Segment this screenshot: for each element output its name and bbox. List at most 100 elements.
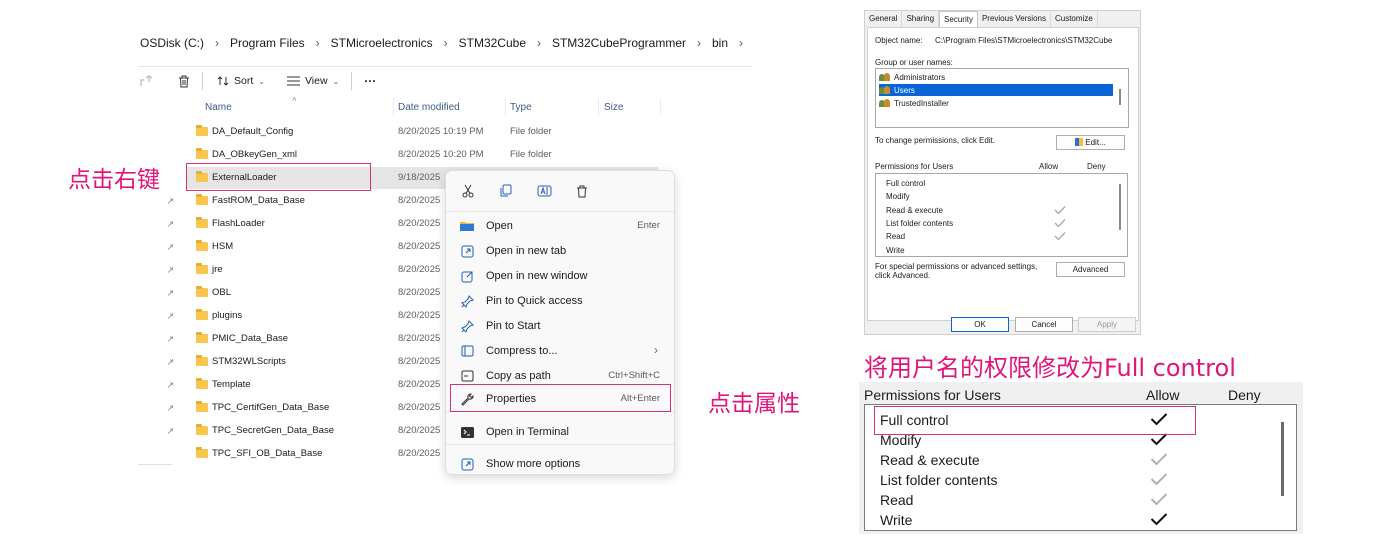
folder-icon bbox=[196, 217, 208, 228]
column-header-size[interactable]: Size bbox=[604, 102, 623, 113]
pin-icon: † bbox=[165, 310, 176, 322]
file-date: 8/20/2025 bbox=[398, 402, 441, 413]
menu-item-compress-to[interactable]: Compress to... › bbox=[454, 339, 666, 363]
column-divider[interactable] bbox=[598, 98, 599, 116]
permission-row: Modify bbox=[886, 190, 1106, 203]
scrollbar[interactable] bbox=[1119, 184, 1121, 230]
breadcrumb-item-stm32cube[interactable]: STM32Cube bbox=[457, 36, 528, 50]
cut-icon[interactable] bbox=[452, 184, 484, 198]
apply-button[interactable]: Apply bbox=[1078, 317, 1136, 332]
column-divider[interactable] bbox=[660, 98, 661, 116]
file-date: 8/20/2025 10:19 PM bbox=[398, 126, 484, 137]
highlight-external-loader bbox=[186, 163, 371, 191]
file-date: 8/20/2025 bbox=[398, 448, 441, 459]
chevron-right-icon[interactable]: › bbox=[730, 36, 752, 50]
folder-icon bbox=[196, 355, 208, 366]
scrollbar[interactable] bbox=[1119, 89, 1121, 105]
breadcrumb-item-stmicroelectronics[interactable]: STMicroelectronics bbox=[329, 36, 435, 50]
file-date: 8/20/2025 bbox=[398, 333, 441, 344]
more-options-button[interactable]: ··· bbox=[364, 74, 376, 88]
divider bbox=[202, 72, 203, 90]
annotation-click-properties: 点击属性 bbox=[708, 391, 800, 417]
share-icon[interactable] bbox=[140, 75, 154, 87]
tab-general[interactable]: General bbox=[865, 11, 903, 27]
pin-icon: † bbox=[165, 333, 176, 345]
folder-icon bbox=[196, 401, 208, 412]
column-header-type[interactable]: Type bbox=[510, 102, 532, 113]
tab-previous-versions[interactable]: Previous Versions bbox=[978, 11, 1051, 27]
copy-path-icon bbox=[458, 369, 476, 383]
group-name: TrustedInstaller bbox=[894, 98, 949, 108]
column-divider[interactable] bbox=[505, 98, 506, 116]
file-date: 9/18/2025 bbox=[398, 172, 441, 183]
table-row[interactable]: DA_Default_Config 8/20/2025 10:19 PM File … bbox=[186, 121, 658, 143]
column-header-name[interactable]: Name bbox=[205, 102, 232, 113]
special-permissions-hint-2: click Advanced. bbox=[875, 271, 931, 280]
scrollbar[interactable] bbox=[1281, 422, 1284, 496]
advanced-button[interactable]: Advanced bbox=[1056, 262, 1125, 277]
folder-icon bbox=[196, 378, 208, 389]
menu-item-label: Compress to... bbox=[486, 345, 558, 357]
permission-name: Modify bbox=[886, 192, 910, 202]
menu-item-label: Pin to Quick access bbox=[486, 295, 583, 307]
file-name: plugins bbox=[212, 310, 243, 321]
column-divider[interactable] bbox=[393, 98, 394, 116]
file-name: TPC_CertifGen_Data_Base bbox=[212, 402, 330, 413]
folder-icon bbox=[196, 240, 208, 251]
cancel-button[interactable]: Cancel bbox=[1015, 317, 1073, 332]
file-name: FastROM_Data_Base bbox=[212, 195, 305, 206]
menu-item-open[interactable]: Open Enter bbox=[454, 214, 666, 238]
file-type: File folder bbox=[510, 126, 552, 137]
menu-item-show-more-options[interactable]: Show more options bbox=[454, 452, 666, 476]
rename-icon[interactable] bbox=[528, 184, 560, 198]
menu-item-pin-to-start[interactable]: Pin to Start bbox=[454, 314, 666, 338]
copy-icon[interactable] bbox=[490, 184, 522, 198]
breadcrumb-item-osdisk[interactable]: OSDisk (C:) bbox=[138, 36, 206, 50]
menu-item-label: Open in Terminal bbox=[486, 426, 569, 438]
edit-button[interactable]: Edit... bbox=[1056, 135, 1125, 150]
breadcrumb-item-bin[interactable]: bin bbox=[710, 36, 730, 50]
breadcrumb-item-program-files[interactable]: Program Files bbox=[228, 36, 307, 50]
pin-icon: † bbox=[165, 195, 176, 207]
view-button[interactable]: View ⌄ bbox=[286, 75, 339, 87]
delete-icon[interactable] bbox=[178, 75, 190, 88]
file-name: PMIC_Data_Base bbox=[212, 333, 289, 344]
navigation-pane-edge bbox=[138, 464, 172, 465]
ok-button[interactable]: OK bbox=[951, 317, 1009, 332]
column-header-date[interactable]: Date modified bbox=[398, 102, 460, 113]
menu-item-label: Open in new tab bbox=[486, 245, 567, 257]
menu-item-open-in-new-window[interactable]: Open in new window bbox=[454, 264, 666, 288]
user-group-icon bbox=[879, 85, 891, 95]
menu-item-label: Show more options bbox=[486, 458, 581, 470]
list-item[interactable]: TrustedInstaller bbox=[879, 97, 1113, 109]
annotation-change-permission: 将用户名的权限修改为Full control bbox=[864, 354, 1236, 382]
breadcrumb-item-stm32cubeprogrammer[interactable]: STM32CubeProgrammer bbox=[550, 36, 688, 50]
file-date: 8/20/2025 10:20 PM bbox=[398, 149, 484, 160]
folder-icon bbox=[196, 447, 208, 458]
zoom-allow-label: Allow bbox=[1146, 387, 1180, 403]
pin-icon: † bbox=[165, 287, 176, 299]
sort-button[interactable]: Sort ⌄ bbox=[217, 75, 265, 87]
tab-strip: General Sharing Security Previous Versio… bbox=[865, 11, 1098, 29]
tab-customize[interactable]: Customize bbox=[1051, 11, 1098, 27]
permission-name: Read bbox=[880, 492, 914, 508]
list-item[interactable]: Administrators bbox=[879, 71, 1113, 83]
permission-name: Write bbox=[886, 245, 905, 255]
chevron-right-icon: › bbox=[315, 36, 320, 50]
menu-item-pin-to-quick-access[interactable]: Pin to Quick access bbox=[454, 289, 666, 313]
pin-icon: † bbox=[165, 241, 176, 253]
chevron-right-icon: › bbox=[214, 36, 219, 50]
permission-name: Read & execute bbox=[880, 452, 980, 468]
menu-item-open-in-terminal[interactable]: Open in Terminal bbox=[454, 420, 666, 444]
permission-name: Full control bbox=[886, 179, 926, 188]
list-item-selected[interactable]: Users bbox=[879, 84, 1113, 96]
file-name: jre bbox=[212, 264, 223, 275]
menu-item-open-in-new-tab[interactable]: Open in new tab bbox=[454, 239, 666, 263]
file-date: 8/20/2025 bbox=[398, 310, 441, 321]
highlight-full-control bbox=[874, 406, 1196, 435]
check-icon bbox=[1150, 472, 1168, 486]
tab-sharing[interactable]: Sharing bbox=[902, 11, 940, 27]
file-name: Template bbox=[212, 379, 251, 390]
delete-icon[interactable] bbox=[566, 185, 598, 198]
shield-icon bbox=[1075, 138, 1084, 146]
